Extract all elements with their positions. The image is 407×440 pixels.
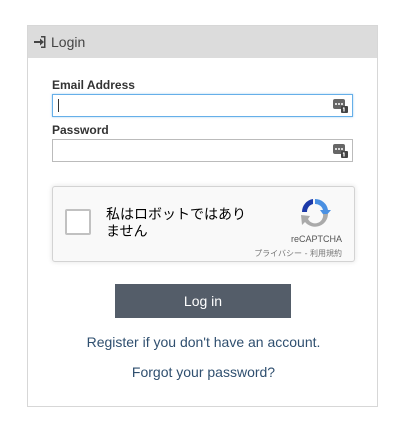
text-caret (58, 99, 59, 112)
email-field-wrap (52, 94, 353, 117)
login-form: Email Address Password (52, 78, 355, 162)
card-title: Login (51, 34, 86, 50)
recaptcha-widget: 私はロボットではありません reCAPTCHA プライバシー - 利用規約 (52, 186, 355, 262)
recaptcha-label: 私はロボットではありません (106, 207, 246, 240)
password-manager-icon[interactable] (333, 98, 348, 113)
login-card: Login Email Address Password 私はロボットではありま… (27, 25, 378, 407)
password-field-wrap (52, 139, 353, 162)
password-label: Password (52, 123, 109, 137)
login-button[interactable]: Log in (115, 284, 291, 318)
recaptcha-logo-icon (293, 195, 337, 231)
email-field[interactable] (52, 94, 353, 117)
email-label: Email Address (52, 78, 135, 92)
forgot-password-link[interactable]: Forgot your password? (28, 364, 379, 380)
password-field[interactable] (52, 139, 353, 162)
recaptcha-links[interactable]: プライバシー - 利用規約 (254, 248, 342, 259)
password-manager-icon[interactable] (333, 143, 348, 158)
register-link[interactable]: Register if you don't have an account. (28, 334, 379, 350)
recaptcha-brand: reCAPTCHA (290, 234, 342, 244)
sign-in-icon (33, 35, 47, 49)
card-header: Login (28, 26, 377, 58)
recaptcha-checkbox[interactable] (65, 209, 91, 235)
